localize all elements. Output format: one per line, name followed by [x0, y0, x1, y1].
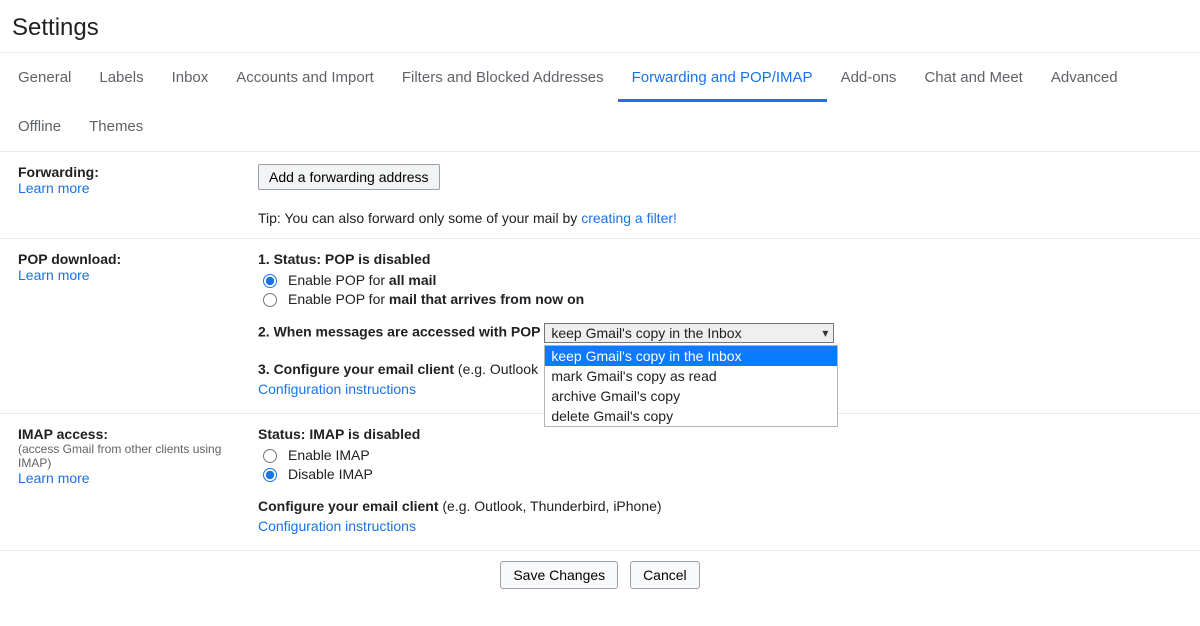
imap-config-instructions-link[interactable]: Configuration instructions: [258, 518, 416, 534]
forwarding-tip-text: Tip: You can also forward only some of y…: [258, 210, 581, 226]
pop-status-prefix: 1. Status:: [258, 251, 325, 267]
pop-option-mark-read[interactable]: mark Gmail's copy as read: [545, 366, 837, 386]
pop-access-dropdown: keep Gmail's copy in the Inbox mark Gmai…: [544, 345, 838, 427]
pop-learn-more-link[interactable]: Learn more: [18, 267, 90, 283]
forwarding-label: Forwarding:: [18, 164, 258, 180]
pop-select-value: keep Gmail's copy in the Inbox: [551, 325, 741, 341]
tab-general[interactable]: General: [4, 53, 85, 102]
pop-status-value: POP is disabled: [325, 251, 431, 267]
tab-themes[interactable]: Themes: [75, 102, 157, 151]
pop-when-label: 2. When messages are accessed with POP: [258, 324, 540, 340]
pop-radio-all-prefix: Enable POP for: [288, 272, 389, 288]
pop-radio-from-now[interactable]: [263, 293, 277, 307]
add-forwarding-address-button[interactable]: Add a forwarding address: [258, 164, 440, 190]
imap-radio-disable[interactable]: [263, 468, 277, 482]
pop-label: POP download:: [18, 251, 258, 267]
pop-config-instructions-link[interactable]: Configuration instructions: [258, 381, 416, 397]
pop-configure-bold: 3. Configure your email client: [258, 361, 454, 377]
pop-radio-all-bold: all mail: [389, 272, 436, 288]
pop-option-delete[interactable]: delete Gmail's copy: [545, 406, 837, 426]
imap-learn-more-link[interactable]: Learn more: [18, 470, 90, 486]
imap-sublabel: (access Gmail from other clients using I…: [18, 442, 258, 470]
pop-radio-now-bold: mail that arrives from now on: [389, 291, 584, 307]
imap-configure-rest: (e.g. Outlook, Thunderbird, iPhone): [438, 498, 661, 514]
pop-access-select[interactable]: keep Gmail's copy in the Inbox ▾: [544, 323, 834, 343]
pop-configure-rest: (e.g. Outlook: [454, 361, 538, 377]
tab-filters[interactable]: Filters and Blocked Addresses: [388, 53, 618, 102]
pop-radio-all-mail[interactable]: [263, 274, 277, 288]
imap-radio-enable-label: Enable IMAP: [288, 447, 370, 463]
cancel-button[interactable]: Cancel: [630, 561, 700, 589]
imap-status-value: IMAP is disabled: [309, 426, 420, 442]
pop-radio-now-prefix: Enable POP for: [288, 291, 389, 307]
tab-addons[interactable]: Add-ons: [827, 53, 911, 102]
imap-label: IMAP access:: [18, 426, 258, 442]
pop-option-archive[interactable]: archive Gmail's copy: [545, 386, 837, 406]
tab-accounts-import[interactable]: Accounts and Import: [222, 53, 388, 102]
imap-radio-disable-label: Disable IMAP: [288, 466, 373, 482]
chevron-down-icon: ▾: [822, 326, 828, 340]
page-title: Settings: [0, 0, 1200, 52]
tab-inbox[interactable]: Inbox: [158, 53, 223, 102]
tab-chat-meet[interactable]: Chat and Meet: [910, 53, 1036, 102]
tabs-bar: General Labels Inbox Accounts and Import…: [0, 52, 1200, 152]
tab-advanced[interactable]: Advanced: [1037, 53, 1132, 102]
imap-status-prefix: Status:: [258, 426, 309, 442]
forwarding-learn-more-link[interactable]: Learn more: [18, 180, 90, 196]
section-forwarding: Forwarding: Learn more Add a forwarding …: [0, 152, 1200, 239]
imap-radio-enable[interactable]: [263, 449, 277, 463]
tab-offline[interactable]: Offline: [4, 102, 75, 151]
tab-forwarding-pop-imap[interactable]: Forwarding and POP/IMAP: [618, 53, 827, 102]
section-pop: POP download: Learn more 1. Status: POP …: [0, 239, 1200, 414]
pop-option-keep-inbox[interactable]: keep Gmail's copy in the Inbox: [545, 346, 837, 366]
save-changes-button[interactable]: Save Changes: [500, 561, 618, 589]
imap-configure-bold: Configure your email client: [258, 498, 438, 514]
footer-buttons: Save Changes Cancel: [0, 551, 1200, 609]
tab-labels[interactable]: Labels: [85, 53, 157, 102]
section-imap: IMAP access: (access Gmail from other cl…: [0, 414, 1200, 551]
create-filter-link[interactable]: creating a filter!: [581, 210, 677, 226]
